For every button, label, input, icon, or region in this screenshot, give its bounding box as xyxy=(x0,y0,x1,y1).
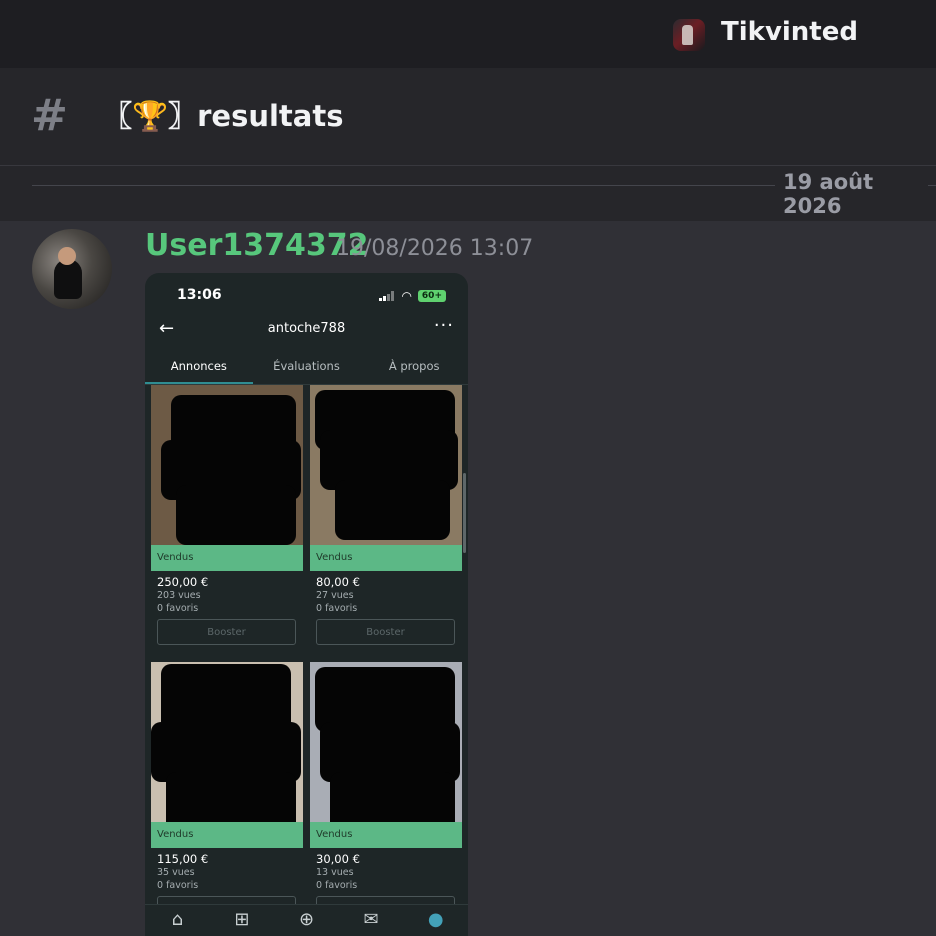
sold-badge: Vendus xyxy=(310,545,462,571)
server-avatar[interactable] xyxy=(673,19,705,51)
listing-price: 80,00 € xyxy=(316,575,360,589)
listing-views: 35 vues xyxy=(157,867,195,878)
channel-hash-icon: # xyxy=(31,90,68,141)
listing-image xyxy=(151,385,303,571)
booster-button: Booster xyxy=(157,619,296,645)
server-header: Tikvinted xyxy=(0,0,936,69)
plus-circle-icon: ⊕ xyxy=(298,909,315,930)
listing-price: 115,00 € xyxy=(157,852,209,866)
battery-icon: 60+ xyxy=(417,290,446,302)
profile-username: antoche788 xyxy=(267,321,346,336)
listing-price: 30,00 € xyxy=(316,852,360,866)
date-divider-line xyxy=(32,185,775,186)
profile-tabs: Annonces Évaluations À propos xyxy=(145,359,468,385)
message-author[interactable]: User1374372 xyxy=(145,228,368,263)
profile-icon: ● xyxy=(427,909,444,930)
tab-annonces: Annonces xyxy=(145,359,253,384)
signal-icon xyxy=(379,291,395,301)
sold-badge: Vendus xyxy=(151,822,303,848)
sold-badge: Vendus xyxy=(310,822,462,848)
mail-icon: ✉ xyxy=(363,909,379,930)
author-avatar[interactable] xyxy=(32,229,112,309)
grid-icon: ⊞ xyxy=(234,909,250,930)
tab-evaluations: Évaluations xyxy=(273,359,340,373)
listing-views: 203 vues xyxy=(157,590,201,601)
tab-a-propos: À propos xyxy=(388,359,440,373)
home-icon: ⌂ xyxy=(171,909,184,930)
phone-bottom-nav: ⌂ ⊞ ⊕ ✉ ● xyxy=(145,904,468,936)
listing-views: 27 vues xyxy=(316,590,354,601)
message-timestamp: 19/08/2026 13:07 xyxy=(336,236,534,261)
listing-favorites: 0 favoris xyxy=(157,603,199,614)
more-options-icon: ··· xyxy=(433,315,454,336)
phone-status-icons: ◠ 60+ xyxy=(379,289,446,303)
attached-screenshot[interactable]: 13:06 ◠ 60+ ← antoche788 ··· Annonces Év… xyxy=(145,273,468,936)
listing-favorites: 0 favoris xyxy=(157,880,199,891)
wifi-icon: ◠ xyxy=(401,289,412,303)
listing-image xyxy=(310,385,462,571)
phone-time: 13:06 xyxy=(177,287,222,303)
scrollbar xyxy=(463,473,466,553)
listing-favorites: 0 favoris xyxy=(316,880,358,891)
listing-image xyxy=(310,662,462,848)
booster-button: Booster xyxy=(316,619,455,645)
date-divider-text: 19 août 2026 xyxy=(783,170,874,218)
listing-price: 250,00 € xyxy=(157,575,209,589)
server-name[interactable]: Tikvinted xyxy=(721,17,858,47)
channel-name[interactable]: 〖🏆〗resultats xyxy=(103,95,343,137)
listing-favorites: 0 favoris xyxy=(316,603,358,614)
listing-views: 13 vues xyxy=(316,867,354,878)
listing-image xyxy=(151,662,303,848)
sold-badge: Vendus xyxy=(151,545,303,571)
